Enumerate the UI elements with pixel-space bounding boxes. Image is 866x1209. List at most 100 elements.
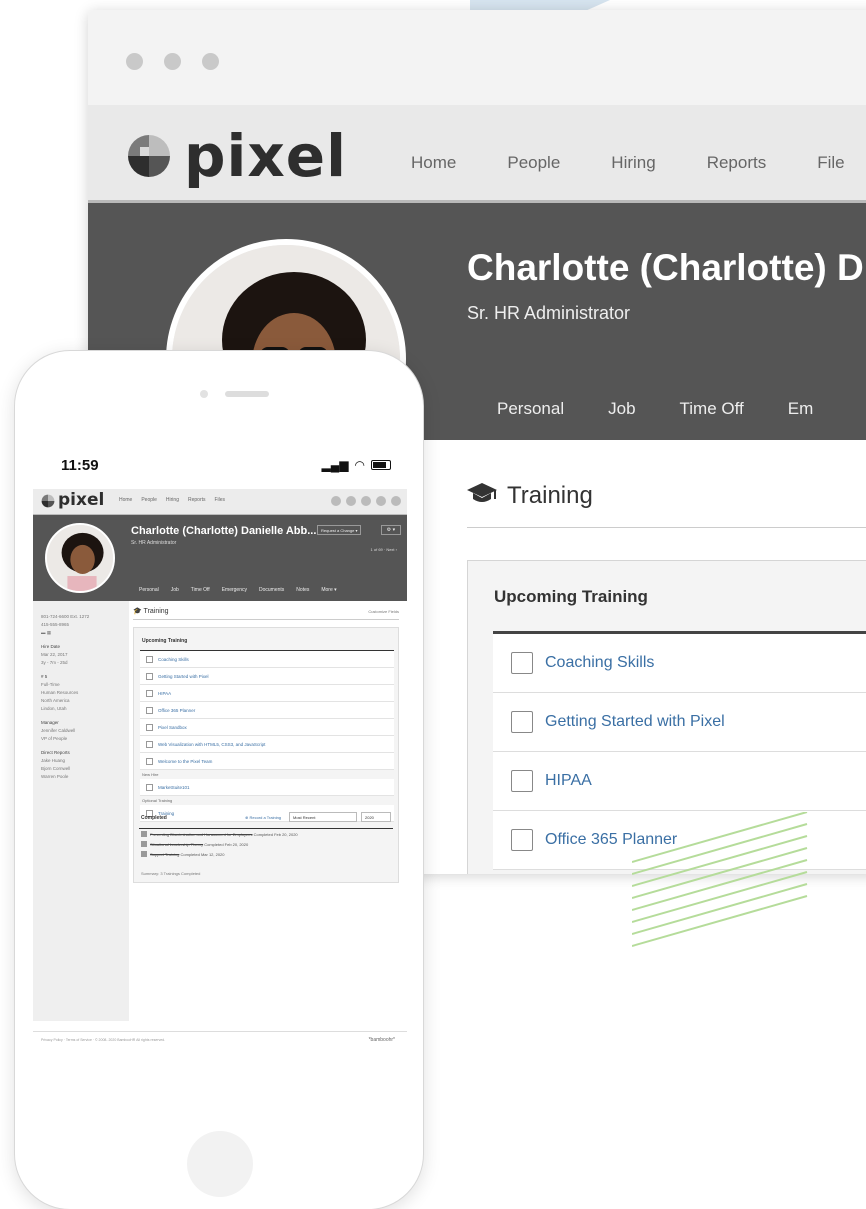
- tab-time-off[interactable]: Time Off: [191, 587, 210, 593]
- mobile-nav: Home People Hiring Reports Files: [119, 497, 234, 503]
- logo-mark-icon: [41, 494, 55, 508]
- graduation-cap-icon: [467, 482, 497, 510]
- tab-personal[interactable]: Personal: [497, 399, 564, 419]
- nav-people[interactable]: People: [141, 497, 157, 503]
- training-section-title: 🎓 Training: [133, 608, 169, 615]
- direct-reports-label: Direct Reports: [41, 750, 70, 755]
- completed-training-name[interactable]: Preventing Discrimination and Harassment…: [150, 832, 253, 837]
- list-item: HIPAA: [493, 752, 866, 811]
- region: North America: [41, 698, 70, 703]
- training-checkbox[interactable]: [511, 711, 533, 733]
- tab-notes[interactable]: Notes: [296, 587, 309, 593]
- nav-people[interactable]: People: [507, 153, 560, 173]
- tab-emergency[interactable]: Em: [788, 399, 814, 419]
- nav-hiring[interactable]: Hiring: [166, 497, 179, 503]
- completed-date: Completed Mar 12, 2020: [180, 851, 225, 857]
- department: Human Resources: [41, 690, 79, 695]
- search-icon[interactable]: [331, 496, 341, 506]
- checked-icon: [141, 831, 147, 837]
- signal-icon: ▂▄▆: [321, 458, 349, 472]
- user-avatar-icon[interactable]: [391, 496, 401, 506]
- window-titlebar: [88, 10, 866, 105]
- manager-label: Manager: [41, 720, 59, 725]
- training-link[interactable]: HIPAA: [545, 772, 592, 790]
- tab-time-off[interactable]: Time Off: [680, 399, 744, 419]
- tab-job[interactable]: Job: [608, 399, 635, 419]
- main-nav: Home People Hiring Reports File: [411, 153, 866, 173]
- completed-training-name[interactable]: Situational Leadership Theory: [150, 842, 203, 847]
- help-icon[interactable]: [361, 496, 371, 506]
- employee-number: # 5: [41, 674, 48, 679]
- status-bar: 11:59 ▂▄▆ ◠: [33, 441, 407, 489]
- decorative-stripes: [632, 812, 808, 947]
- direct-report[interactable]: Jake Huang: [41, 757, 129, 765]
- window-control-dot[interactable]: [164, 53, 181, 70]
- training-link[interactable]: Getting Started with Pixel: [545, 713, 725, 731]
- window-control-dot[interactable]: [126, 53, 143, 70]
- completed-summary: Summary: 3 Trainings Completed: [141, 871, 201, 876]
- training-link[interactable]: Coaching Skills: [545, 654, 654, 672]
- direct-report[interactable]: Bjorn Cornwell: [41, 765, 129, 773]
- nav-reports[interactable]: Reports: [707, 153, 767, 173]
- checked-icon: [141, 841, 147, 847]
- settings-menu-button[interactable]: ⚙ ▾: [381, 525, 401, 535]
- sort-select[interactable]: Most Recent: [289, 812, 357, 822]
- wifi-icon: ◠: [354, 458, 365, 472]
- phone-mockup: 11:59 ▂▄▆ ◠ pixel Home People Hiring Rep…: [14, 350, 424, 1209]
- inbox-icon[interactable]: [346, 496, 356, 506]
- year-select[interactable]: 2020: [361, 812, 391, 822]
- nav-files[interactable]: File: [817, 153, 844, 173]
- employee-title: Sr. HR Administrator: [467, 303, 631, 323]
- phone-speaker: [225, 391, 269, 397]
- mobile-profile-tabs: Personal Job Time Off Emergency Document…: [139, 587, 349, 593]
- checked-icon: [141, 851, 147, 857]
- mobile-sidebar: 801-724-6600 Ext. 1272 415-555-8965 ▬ ▦ …: [33, 601, 129, 1021]
- completed-list: Preventing Discrimination and Harassment…: [139, 828, 393, 859]
- phone-home-button[interactable]: [187, 1131, 253, 1197]
- nav-home[interactable]: Home: [119, 497, 132, 503]
- logo-mark-icon: [126, 133, 172, 179]
- training-checkbox[interactable]: [511, 770, 533, 792]
- completed-date: Completed Feb 20, 2020: [204, 841, 249, 847]
- completed-date: Completed Feb 20, 2020: [253, 831, 298, 837]
- completed-training-name[interactable]: Support Training: [150, 852, 179, 857]
- manager-name[interactable]: Jennifer Caldwell: [41, 727, 129, 735]
- gear-icon[interactable]: [376, 496, 386, 506]
- tab-more[interactable]: More ▾: [321, 587, 336, 593]
- footer-links[interactable]: Privacy Policy · Terms of Service · © 20…: [41, 1038, 165, 1042]
- direct-report[interactable]: Warren Poole: [41, 773, 129, 781]
- mobile-navbar: pixel Home People Hiring Reports Files: [33, 489, 407, 515]
- phone-camera: [200, 390, 208, 398]
- training-checkbox[interactable]: [511, 829, 533, 851]
- manager-title: VP of People: [41, 736, 68, 741]
- tab-job[interactable]: Job: [171, 587, 179, 593]
- nav-files[interactable]: Files: [215, 497, 226, 503]
- profile-tabs: Personal Job Time Off Em: [497, 399, 857, 419]
- nav-reports[interactable]: Reports: [188, 497, 206, 503]
- record-training-button[interactable]: ⊕ Record a Training: [245, 815, 281, 820]
- training-checkbox[interactable]: [511, 652, 533, 674]
- tenure: 3y - 7m - 25d: [41, 660, 68, 665]
- tab-documents[interactable]: Documents: [259, 587, 284, 593]
- upcoming-training-title: Upcoming Training: [494, 587, 648, 606]
- nav-hiring[interactable]: Hiring: [611, 153, 655, 173]
- footer-brand: *bamboohr*: [368, 1037, 395, 1043]
- window-control-dot[interactable]: [202, 53, 219, 70]
- customize-fields-link[interactable]: Customize Fields: [368, 609, 399, 614]
- list-item: Coaching Skills: [493, 634, 866, 693]
- nav-home[interactable]: Home: [411, 153, 456, 173]
- mobile-profile-header: Charlotte (Charlotte) Danielle Abb... Sr…: [33, 515, 407, 601]
- employee-name: Charlotte (Charlotte) D: [467, 247, 864, 288]
- work-phone: 801-724-6600 Ext. 1272: [41, 614, 90, 619]
- mobile-nav-icons: [331, 496, 401, 506]
- pixel-logo[interactable]: pixel: [126, 127, 347, 185]
- section-divider: [133, 619, 399, 620]
- record-pagination[interactable]: 1 of 69 · Next ›: [371, 547, 397, 552]
- request-change-button[interactable]: Request a Change ▾: [317, 525, 362, 535]
- completed-section: Completed ⊕ Record a Training Most Recen…: [133, 627, 399, 927]
- mobile-logo[interactable]: pixel: [41, 492, 104, 509]
- tab-personal[interactable]: Personal: [139, 587, 159, 593]
- tab-emergency[interactable]: Emergency: [222, 587, 247, 593]
- employee-name: Charlotte (Charlotte) Danielle Abb...: [131, 525, 317, 537]
- location: Lindon, Utah: [41, 706, 67, 711]
